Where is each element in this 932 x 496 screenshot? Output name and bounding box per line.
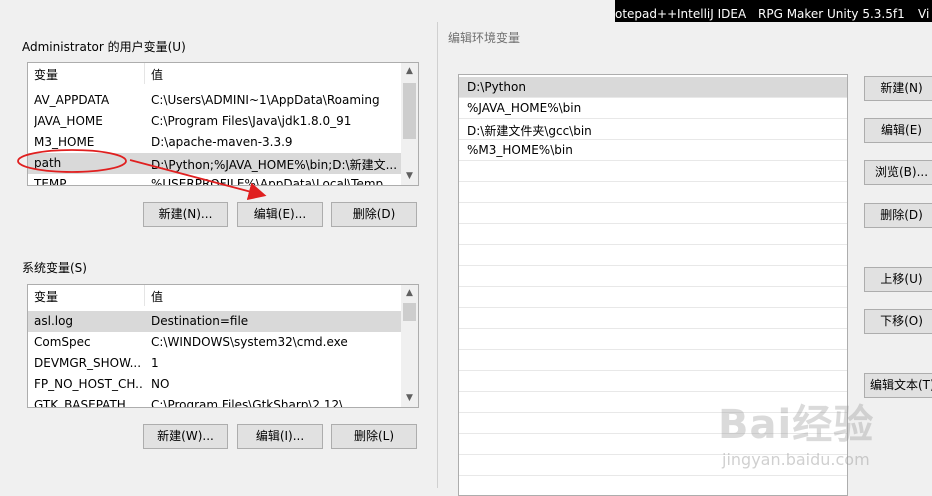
scroll-down-icon[interactable]: ▼ <box>401 390 418 407</box>
path-entry[interactable]: %JAVA_HOME%\bin <box>459 98 847 119</box>
dialog-title: 编辑环境变量 <box>448 31 521 45</box>
user-var-row[interactable]: TEMP %USERPROFILE%\AppData\Local\Temp <box>28 174 401 186</box>
scroll-up-icon[interactable]: ▲ <box>401 285 418 302</box>
edit-button[interactable]: 编辑(E) <box>864 118 932 143</box>
var-value: NO <box>151 377 170 391</box>
var-name: TEMP <box>34 177 67 186</box>
var-name: asl.log <box>34 314 74 328</box>
taskbar: otepad++ IntelliJ IDEA RPG Maker Unity 5… <box>615 0 932 22</box>
var-name: FP_NO_HOST_CH... <box>34 377 142 391</box>
path-entry-empty[interactable] <box>459 413 847 434</box>
scroll-thumb[interactable] <box>403 303 416 321</box>
col-value-header[interactable]: 值 <box>151 288 163 305</box>
system-var-row[interactable]: ComSpec C:\WINDOWS\system32\cmd.exe <box>28 332 401 353</box>
scroll-up-icon[interactable]: ▲ <box>401 63 418 80</box>
path-entries-list[interactable]: D:\Python %JAVA_HOME%\bin D:\新建文件夹\gcc\b… <box>458 74 848 496</box>
path-entry-text: %M3_HOME%\bin <box>467 143 573 157</box>
system-vars-list[interactable]: 变量 值 asl.log Destination=file ComSpec C:… <box>27 284 419 408</box>
system-vars-header: 变量 值 <box>28 285 401 306</box>
var-name: AV_APPDATA <box>34 93 110 107</box>
path-entry-empty[interactable] <box>459 266 847 287</box>
system-new-button[interactable]: 新建(W)... <box>143 424 228 449</box>
system-var-row[interactable]: FP_NO_HOST_CH... NO <box>28 374 401 395</box>
col-variable-header[interactable]: 变量 <box>34 288 58 305</box>
path-entry-text: %JAVA_HOME%\bin <box>467 101 582 115</box>
path-entry-empty[interactable] <box>459 161 847 182</box>
var-name: GTK_BASEPATH <box>34 398 126 408</box>
user-vars-list[interactable]: 变量 值 AV_APPDATA C:\Users\ADMINI~1\AppDat… <box>27 62 419 186</box>
var-value: C:\WINDOWS\system32\cmd.exe <box>151 335 348 349</box>
var-value: %USERPROFILE%\AppData\Local\Temp <box>151 177 384 186</box>
var-name: DEVMGR_SHOW... <box>34 356 142 370</box>
environment-variables-dialog: Administrator 的用户变量(U) 变量 值 AV_APPDATA C… <box>0 0 437 488</box>
path-entry-empty[interactable] <box>459 245 847 266</box>
path-entry[interactable]: %M3_HOME%\bin <box>459 140 847 161</box>
user-var-row-selected[interactable]: path D:\Python;%JAVA_HOME%\bin;D:\新建文... <box>28 153 401 174</box>
system-delete-button[interactable]: 删除(L) <box>331 424 417 449</box>
var-value: D:\apache-maven-3.3.9 <box>151 135 293 149</box>
var-name: JAVA_HOME <box>34 114 103 128</box>
delete-button[interactable]: 删除(D) <box>864 203 932 228</box>
taskbar-item-notepadpp[interactable]: otepad++ <box>615 0 677 22</box>
user-var-row[interactable]: JAVA_HOME C:\Program Files\Java\jdk1.8.0… <box>28 111 401 132</box>
path-entry-empty[interactable] <box>459 455 847 476</box>
user-vars-header: 变量 值 <box>28 63 401 84</box>
path-entry-empty[interactable] <box>459 287 847 308</box>
user-var-row[interactable]: M3_HOME D:\apache-maven-3.3.9 <box>28 132 401 153</box>
path-entry-empty[interactable] <box>459 182 847 203</box>
path-entry-empty[interactable] <box>459 224 847 245</box>
col-variable-header[interactable]: 变量 <box>34 66 58 83</box>
user-vars-scrollbar[interactable]: ▲ ▼ <box>401 63 418 185</box>
taskbar-item-intellij[interactable]: IntelliJ IDEA <box>677 0 746 22</box>
move-up-button[interactable]: 上移(U) <box>864 267 932 292</box>
var-value: Destination=file <box>151 314 249 328</box>
var-value: C:\Users\ADMINI~1\AppData\Roaming <box>151 93 380 107</box>
user-var-row[interactable]: AV_APPDATA C:\Users\ADMINI~1\AppData\Roa… <box>28 90 401 111</box>
scroll-down-icon[interactable]: ▼ <box>401 168 418 185</box>
var-value: C:\Program Files\GtkSharp\2.12\ <box>151 398 344 408</box>
user-edit-button[interactable]: 编辑(E)... <box>237 202 323 227</box>
var-value: D:\Python;%JAVA_HOME%\bin;D:\新建文... <box>151 158 398 172</box>
system-edit-button[interactable]: 编辑(I)... <box>237 424 323 449</box>
system-vars-section-label: 系统变量(S) <box>22 261 87 275</box>
var-name: ComSpec <box>34 335 91 349</box>
var-name: path <box>34 156 62 170</box>
path-entry-empty[interactable] <box>459 476 847 495</box>
user-new-button[interactable]: 新建(N)... <box>143 202 228 227</box>
path-entry-empty[interactable] <box>459 350 847 371</box>
user-vars-section-label: Administrator 的用户变量(U) <box>22 40 186 54</box>
path-entry-text: D:\Python <box>467 80 526 94</box>
path-entry-empty[interactable] <box>459 434 847 455</box>
var-value: 1 <box>151 356 159 370</box>
path-entry-empty[interactable] <box>459 329 847 350</box>
taskbar-item-rpgmaker[interactable]: RPG Maker <box>758 0 823 22</box>
move-down-button[interactable]: 下移(O) <box>864 309 932 334</box>
path-entry-selected[interactable]: D:\Python <box>459 77 847 98</box>
system-var-row-selected[interactable]: asl.log Destination=file <box>28 311 401 332</box>
browse-button[interactable]: 浏览(B)... <box>864 160 932 185</box>
scroll-thumb[interactable] <box>403 83 416 139</box>
path-entry-text: D:\新建文件夹\gcc\bin <box>467 124 592 138</box>
edit-env-var-dialog: 编辑环境变量 D:\Python %JAVA_HOME%\bin D:\新建文件… <box>437 22 932 496</box>
path-entry-empty[interactable] <box>459 203 847 224</box>
system-var-row[interactable]: DEVMGR_SHOW... 1 <box>28 353 401 374</box>
taskbar-item-vi[interactable]: Vi <box>918 0 929 22</box>
new-button[interactable]: 新建(N) <box>864 76 932 101</box>
system-vars-scrollbar[interactable]: ▲ ▼ <box>401 285 418 407</box>
system-var-row[interactable]: GTK_BASEPATH C:\Program Files\GtkSharp\2… <box>28 395 401 408</box>
edit-text-button[interactable]: 编辑文本(T)... <box>864 373 932 398</box>
taskbar-item-unity[interactable]: Unity 5.3.5f1 <box>827 0 905 22</box>
path-entry-empty[interactable] <box>459 392 847 413</box>
user-delete-button[interactable]: 删除(D) <box>331 202 417 227</box>
path-entry-empty[interactable] <box>459 371 847 392</box>
col-value-header[interactable]: 值 <box>151 66 163 83</box>
var-value: C:\Program Files\Java\jdk1.8.0_91 <box>151 114 352 128</box>
path-entry-empty[interactable] <box>459 308 847 329</box>
path-entry[interactable]: D:\新建文件夹\gcc\bin <box>459 119 847 140</box>
var-name: M3_HOME <box>34 135 95 149</box>
